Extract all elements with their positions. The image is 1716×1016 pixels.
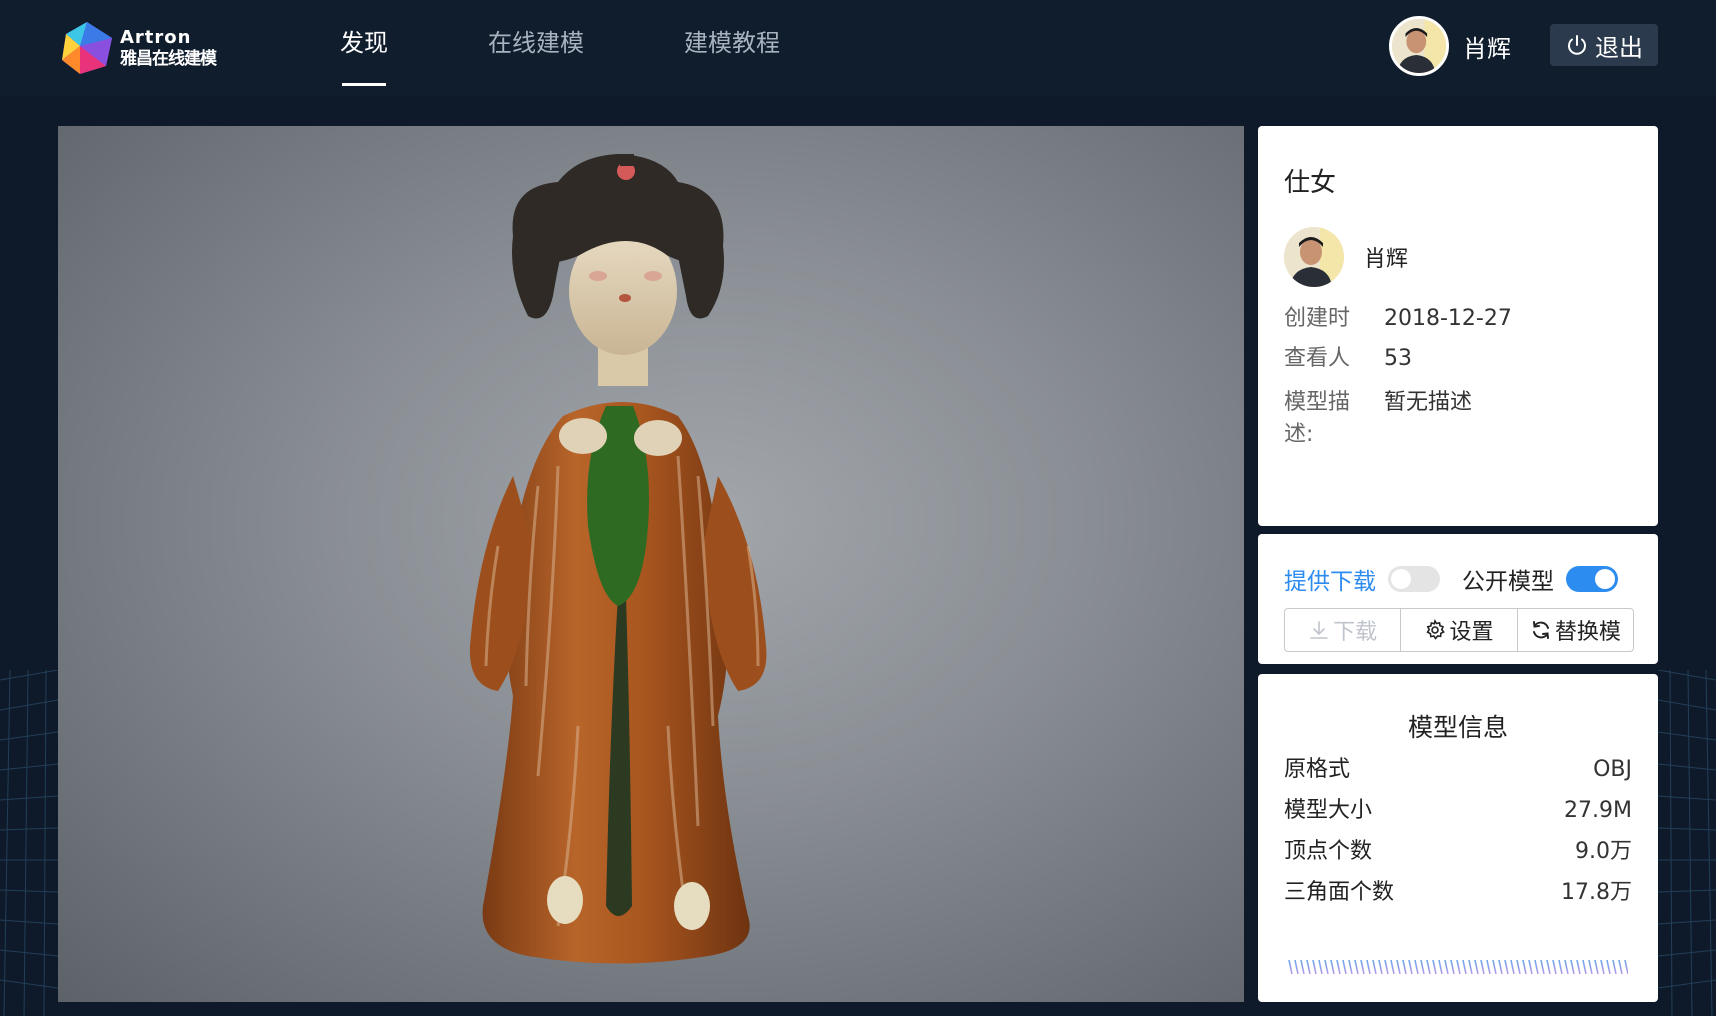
- created-value: 2018-12-27: [1384, 306, 1512, 331]
- stats-title: 模型信息: [1407, 713, 1508, 742]
- toggle-knob: [1595, 569, 1615, 589]
- replace-model-button[interactable]: 替换模: [1518, 609, 1633, 651]
- brand-name-en: Artron: [120, 26, 192, 48]
- public-model-label: 公开模型: [1462, 569, 1554, 595]
- provide-download-label: 提供下载: [1284, 569, 1376, 595]
- brand-logo[interactable]: Artron 雅昌在线建模: [58, 20, 217, 76]
- settings-label: 设置: [1449, 620, 1494, 645]
- author-name[interactable]: 肖辉: [1364, 241, 1408, 273]
- settings-button[interactable]: 设置: [1401, 609, 1518, 651]
- model-actions-panel: 提供下载 公开模型 下载 设置 替换模: [1258, 534, 1658, 664]
- toggle-row: 提供下载 公开模型: [1284, 562, 1632, 596]
- stat-label: 顶点个数: [1284, 839, 1373, 864]
- figurine-model: [469, 154, 767, 964]
- background-grid-left: [0, 670, 58, 1016]
- stat-value: 17.8万: [1561, 880, 1632, 905]
- model-title: 仕女: [1284, 168, 1337, 198]
- nav-item-tutorial[interactable]: 建模教程: [644, 0, 820, 96]
- replace-model-label: 替换模: [1554, 620, 1621, 645]
- nav-item-online-modeling[interactable]: 在线建模: [448, 0, 624, 96]
- background-grid-right: [1658, 670, 1716, 1016]
- model-viewer-canvas[interactable]: [58, 126, 1244, 1002]
- stat-label: 原格式: [1284, 757, 1351, 782]
- logout-label: 退出: [1595, 33, 1643, 62]
- stat-label: 模型大小: [1284, 798, 1373, 823]
- gear-icon: [1426, 619, 1446, 640]
- download-button[interactable]: 下载: [1285, 609, 1402, 651]
- provide-download-toggle[interactable]: [1388, 566, 1440, 592]
- top-header: Artron 雅昌在线建模 发现 在线建模 建模教程 肖辉 退出: [0, 0, 1716, 96]
- user-name: 肖辉: [1463, 34, 1511, 63]
- description-label: 模型描述:: [1284, 390, 1351, 447]
- viewers-row: 查看人 53: [1284, 343, 1632, 375]
- stat-value: 9.0万: [1575, 839, 1632, 864]
- created-row: 创建时 2018-12-27: [1284, 303, 1632, 335]
- author-row[interactable]: 肖辉: [1284, 227, 1632, 287]
- main-nav: 发现 在线建模 建模教程: [300, 0, 820, 96]
- viewers-label: 查看人: [1284, 346, 1351, 371]
- toggle-knob: [1391, 569, 1411, 589]
- description-row: 模型描述: 暂无描述: [1284, 387, 1632, 451]
- stat-value: OBJ: [1593, 757, 1632, 782]
- public-model-toggle[interactable]: [1566, 566, 1618, 592]
- decorative-stripes: [1288, 960, 1628, 974]
- refresh-icon: [1532, 621, 1549, 639]
- nav-item-discover[interactable]: 发现: [300, 0, 428, 96]
- stat-row-triangles: 三角面个数 17.8万: [1284, 877, 1632, 908]
- logo-icon: [62, 22, 112, 74]
- description-value: 暂无描述: [1384, 390, 1473, 415]
- stat-value: 27.9M: [1564, 798, 1632, 823]
- stat-label: 三角面个数: [1284, 880, 1395, 905]
- action-button-group: 下载 设置 替换模: [1284, 608, 1634, 652]
- stat-row-format: 原格式 OBJ: [1284, 754, 1632, 785]
- stat-row-vertices: 顶点个数 9.0万: [1284, 836, 1632, 867]
- author-avatar[interactable]: [1284, 227, 1344, 287]
- model-stats-panel: 模型信息 原格式 OBJ 模型大小 27.9M 顶点个数 9.0万 三角面个数 …: [1258, 674, 1658, 1002]
- stat-row-size: 模型大小 27.9M: [1284, 795, 1632, 826]
- power-icon: [1568, 35, 1586, 55]
- download-icon: [1310, 621, 1328, 639]
- user-menu[interactable]: 肖辉: [1389, 16, 1511, 76]
- viewers-value: 53: [1384, 346, 1412, 371]
- avatar[interactable]: [1389, 16, 1449, 76]
- brand-name-cn: 雅昌在线建模: [120, 48, 217, 69]
- download-label: 下载: [1333, 620, 1378, 645]
- created-label: 创建时: [1284, 306, 1351, 331]
- model-info-panel: 仕女 肖辉 创建时 2018-12-27 查看人 53 模型描述: 暂无描述: [1258, 126, 1658, 526]
- logout-button[interactable]: 退出: [1550, 24, 1658, 66]
